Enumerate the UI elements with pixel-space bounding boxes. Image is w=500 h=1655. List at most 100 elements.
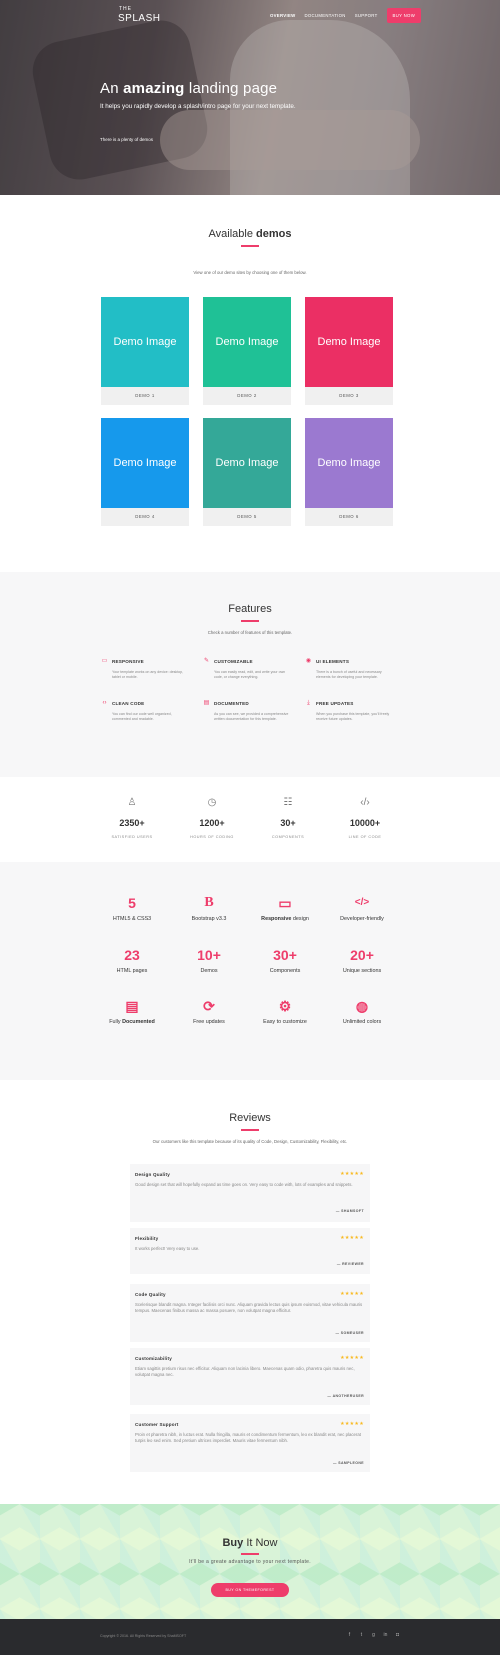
demo-card[interactable]: Demo Image DEMO 3 [305, 297, 393, 405]
stat-label-bold: Documented [122, 1019, 155, 1025]
star-rating-icon: ★★★★★ [340, 1291, 364, 1297]
demo-label[interactable]: DEMO 5 [203, 508, 291, 526]
feature-title: CUSTOMIZABLE [214, 659, 253, 664]
feature-item: ◉ UI ELEMENTS There is a bunch of useful … [305, 658, 395, 681]
star-rating-icon: ★★★★★ [340, 1171, 364, 1177]
demo-image[interactable]: Demo Image [203, 297, 291, 387]
hero-plenty-link[interactable]: There is a plenty of demos [100, 137, 153, 142]
nav-support[interactable]: SUPPORT [355, 13, 378, 18]
title-underline [241, 245, 259, 247]
feature-title: FREE UPDATES [316, 701, 354, 706]
review-text: Etiam sagittis pretium risus nec efficit… [135, 1366, 355, 1378]
demos-title-prefix: Available [208, 228, 257, 240]
stat-item: </> Developer-friendly [317, 895, 407, 922]
review-title: Customer Support [135, 1422, 179, 1427]
review-title: Code Quality [135, 1292, 166, 1297]
demo-image[interactable]: Demo Image [101, 418, 189, 508]
title-underline [241, 1129, 259, 1131]
stat-label: Developer-friendly [340, 916, 384, 922]
document-icon: ▤ [203, 700, 210, 706]
stat-number: 20+ [350, 947, 374, 963]
demo-image[interactable]: Demo Image [305, 418, 393, 508]
user-icon: ♙ [127, 797, 137, 808]
review-author: — REVIEWER [336, 1262, 364, 1266]
stat-item: ◍ Unlimited colors [317, 998, 407, 1025]
demo-label[interactable]: DEMO 6 [305, 508, 393, 526]
buy-title-bold: Buy [222, 1537, 244, 1549]
review-title: Customizability [135, 1356, 172, 1361]
demo-image[interactable]: Demo Image [305, 297, 393, 387]
counter-label: LINE OF CODE [348, 835, 382, 839]
sliders-icon: ☷ [283, 797, 293, 808]
feature-title: DOCUMENTED [214, 701, 249, 706]
demo-label[interactable]: DEMO 2 [203, 387, 291, 405]
review-card: Code Quality ★★★★★ Scelerisque blandit m… [130, 1284, 370, 1342]
demo-card[interactable]: Demo Image DEMO 2 [203, 297, 291, 405]
review-author: — ANOTHERUSER [327, 1394, 364, 1398]
demo-image[interactable]: Demo Image [101, 297, 189, 387]
review-text: Proin et pharetra nibh, in luctus erat. … [135, 1432, 361, 1444]
demo-label[interactable]: DEMO 3 [305, 387, 393, 405]
nav-overview[interactable]: OVERVIEW [270, 13, 295, 18]
linkedin-icon[interactable]: in [383, 1632, 388, 1638]
palette-icon: ◉ [305, 658, 312, 664]
demos-title-bold: demos [256, 228, 292, 240]
stat-label: Unique sections [342, 968, 382, 974]
demo-label[interactable]: DEMO 1 [101, 387, 189, 405]
feature-item: ⤓ FREE UPDATES When you purchase this tem… [305, 700, 395, 723]
demo-card[interactable]: Demo Image DEMO 4 [101, 418, 189, 526]
google-plus-icon[interactable]: g [371, 1632, 376, 1638]
counter-item: ♙ 2350+ SATISFIED USERS [87, 797, 177, 839]
feature-title: UI ELEMENTS [316, 659, 350, 664]
star-rating-icon: ★★★★★ [340, 1355, 364, 1361]
feature-item: ▤ DOCUMENTED As you can see, we provided … [203, 700, 293, 723]
buy-section: Buy It Now It'll be a greate advantage t… [0, 1504, 500, 1619]
demo-label[interactable]: DEMO 4 [101, 508, 189, 526]
stat-label-bold: Responsive [261, 916, 292, 922]
palette-icon: ◍ [355, 998, 369, 1014]
counter-label: SATISFIED USERS [111, 835, 153, 839]
instagram-icon[interactable]: ◘ [395, 1632, 400, 1638]
stat-label: Unlimited colors [342, 1019, 382, 1025]
nav-documentation[interactable]: DOCUMENTATION [304, 13, 345, 18]
features-title: Features [228, 603, 272, 615]
review-card: Design Quality ★★★★★ Good design set tha… [130, 1164, 370, 1222]
footer: Copyright © 2016. All Rights Reserved by… [0, 1619, 500, 1655]
review-author: — SAMPLEONE [332, 1461, 364, 1465]
feature-item: ▭ RESPONSIVE Your template works on any d… [101, 658, 191, 681]
review-card: Customizability ★★★★★ Etiam sagittis pre… [130, 1348, 370, 1405]
demo-image[interactable]: Demo Image [203, 418, 291, 508]
hero-title: An amazing landing page [100, 80, 277, 97]
demo-card[interactable]: Demo Image DEMO 1 [101, 297, 189, 405]
buy-on-themeforest-button[interactable]: BUY ON THEMEFOREST [211, 1583, 289, 1597]
stat-item: 20+ Unique sections [317, 947, 407, 974]
site-logo[interactable]: THE SPLASH [118, 7, 160, 24]
feature-title: CLEAN CODE [112, 701, 145, 706]
demo-card[interactable]: Demo Image DEMO 5 [203, 418, 291, 526]
monitor-icon: ▭ [101, 658, 108, 664]
twitter-icon[interactable]: t [359, 1632, 364, 1638]
star-rating-icon: ★★★★★ [340, 1235, 364, 1241]
star-rating-icon: ★★★★★ [340, 1421, 364, 1427]
stat-label-rest: Fully [109, 1019, 123, 1025]
hero-lead: It helps you rapidly develop a splash/in… [100, 103, 296, 110]
facebook-icon[interactable]: f [347, 1632, 352, 1638]
title-underline [241, 620, 259, 622]
counter-number: 10000+ [349, 818, 381, 828]
review-card: Customer Support ★★★★★ Proin et pharetra… [130, 1414, 370, 1472]
buy-now-button[interactable]: BUY NOW [386, 8, 422, 23]
review-author: — SOMEUSER [335, 1331, 364, 1335]
hero-section: THE SPLASH OVERVIEW DOCUMENTATION SUPPOR… [0, 0, 500, 195]
hero-title-prefix: An [100, 80, 124, 97]
demo-card[interactable]: Demo Image DEMO 6 [305, 418, 393, 526]
hero-title-bold: amazing [123, 80, 185, 97]
logo-small-text: THE [119, 6, 132, 12]
social-links: f t g in ◘ [347, 1632, 400, 1638]
hero-overlay [0, 0, 500, 195]
clock-icon: ◷ [207, 797, 217, 808]
download-icon: ⤓ [307, 700, 310, 706]
hero-title-suffix: landing page [184, 80, 278, 97]
feature-item: ‹› CLEAN CODE You can find our code well … [101, 700, 191, 723]
logo-big-text: SPLASH [118, 13, 161, 24]
feature-desc: When you purchase this template, you'll … [316, 712, 390, 722]
